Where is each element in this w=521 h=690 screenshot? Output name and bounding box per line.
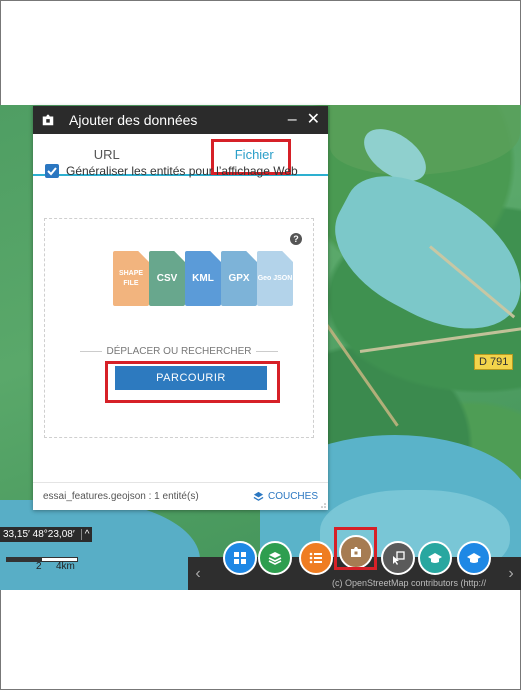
toolbar-next-button[interactable]: › <box>501 557 521 590</box>
legend-button[interactable] <box>299 541 333 575</box>
coordinate-readout: 33,15′ 48°23,08′ ^ <box>0 527 93 542</box>
road-label: D 791 <box>474 354 514 370</box>
help-icon[interactable]: ? <box>290 233 302 245</box>
gpx-icon: GPX <box>221 251 257 306</box>
map-road <box>359 324 521 353</box>
dialog-title: Ajouter des données <box>69 112 198 128</box>
divider <box>256 350 279 352</box>
scale-label: 2 <box>36 561 42 572</box>
add-data-dialog: Ajouter des données – ✕ URL Fichier Géné… <box>33 106 328 510</box>
layers-icon <box>253 491 264 501</box>
close-button[interactable]: ✕ <box>307 112 320 128</box>
about-button[interactable] <box>457 541 491 575</box>
geojson-icon: Geo JSON <box>257 251 293 306</box>
drop-hint-text: DÉPLACER OU RECHERCHER <box>106 346 252 357</box>
file-type-icons: SHAPE FILE CSV KML GPX Geo JSON <box>113 251 293 311</box>
dialog-header[interactable]: Ajouter des données – ✕ <box>33 106 328 134</box>
highlight-box <box>105 361 280 403</box>
grid-icon <box>234 552 246 564</box>
map-attribution: (c) OpenStreetMap contributors (http:// <box>332 578 487 588</box>
dialog-footer: essai_features.geojson : 1 entité(s) COU… <box>33 482 328 510</box>
layers-icon <box>268 552 282 565</box>
highlight-box <box>334 527 377 570</box>
kml-icon: KML <box>185 251 221 306</box>
coordinate-text: 33,15′ 48°23,08′ <box>3 529 75 540</box>
layers-link[interactable]: COUCHES <box>253 491 318 502</box>
layer-list-button[interactable] <box>258 541 292 575</box>
generalize-label: Généraliser les entités pour l’affichage… <box>66 164 298 178</box>
measurement-button[interactable] <box>418 541 452 575</box>
select-button[interactable] <box>381 541 415 575</box>
layers-label: COUCHES <box>267 491 318 502</box>
drop-hint: DÉPLACER OU RECHERCHER <box>45 346 313 357</box>
scale-bar: 2 4km <box>6 555 78 572</box>
generalize-option[interactable]: Généraliser les entités pour l’affichage… <box>45 164 298 178</box>
map-water <box>0 500 200 590</box>
minimize-button[interactable]: – <box>288 112 297 128</box>
chevron-up-icon[interactable]: ^ <box>80 529 89 540</box>
generalize-checkbox[interactable] <box>45 164 59 178</box>
divider <box>79 350 102 352</box>
resize-grip-icon[interactable] <box>320 502 326 508</box>
add-data-icon <box>42 114 54 126</box>
check-icon <box>47 167 57 176</box>
shapefile-icon: SHAPE FILE <box>113 251 149 306</box>
scale-label: 4km <box>56 561 75 572</box>
toolbar-prev-button[interactable]: ‹ <box>188 557 208 590</box>
hat-icon <box>467 553 481 563</box>
select-icon <box>393 551 405 565</box>
map-water <box>313 155 521 355</box>
file-dropzone[interactable]: ? SHAPE FILE CSV KML GPX Geo JSON DÉPLAC… <box>44 218 314 438</box>
hat-icon <box>428 553 442 563</box>
status-text: essai_features.geojson : 1 entité(s) <box>43 491 199 502</box>
csv-icon: CSV <box>149 251 185 306</box>
basemap-gallery-button[interactable] <box>223 541 257 575</box>
list-icon <box>309 552 322 564</box>
